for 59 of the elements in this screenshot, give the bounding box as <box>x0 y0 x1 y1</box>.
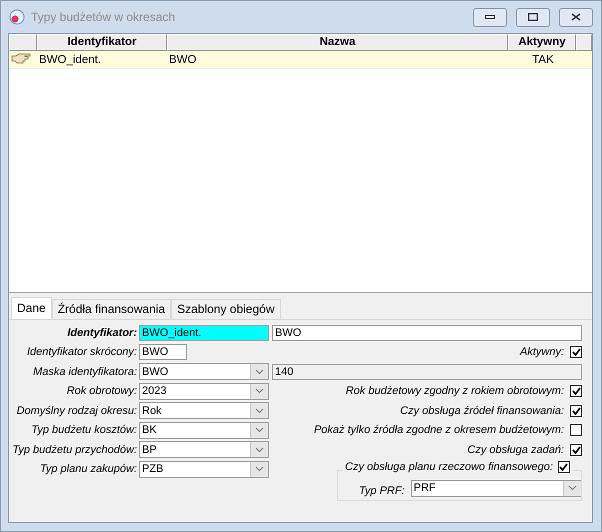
input-field[interactable]: BWO_ident. <box>139 324 269 341</box>
field-label: Identyfikator skrócony: <box>26 346 138 358</box>
pointing-hand-icon <box>11 52 33 64</box>
chevron-down-icon <box>255 408 264 414</box>
checkbox[interactable] <box>570 424 582 436</box>
table-cell-text: BWO_ident. <box>38 54 102 66</box>
dropdown[interactable]: PZB <box>139 460 269 478</box>
column-header[interactable]: Nazwa <box>167 34 508 51</box>
field-label: Typ planu zakupów: <box>40 463 138 476</box>
checkbox-label: Rok budżetowy zgodny z rokiem obrotowym: <box>346 385 565 398</box>
column-header[interactable]: Identyfikator <box>37 34 167 51</box>
chevron-down-icon <box>255 466 264 472</box>
checkbox[interactable] <box>570 346 582 358</box>
dropdown[interactable]: BP <box>139 441 269 458</box>
minimize-icon <box>485 15 495 19</box>
checkbox-label: Aktywny: <box>520 346 565 358</box>
checkbox-label: Czy obsługa źródeł finansowania: <box>400 404 565 417</box>
minimize-button[interactable] <box>473 8 507 26</box>
field-label: Typ budżetu kosztów: <box>31 424 138 436</box>
chevron-down-icon <box>255 368 264 375</box>
header-corner <box>576 34 592 51</box>
table-cell-text: TAK <box>531 54 555 66</box>
dropdown[interactable]: 2023 <box>139 382 269 400</box>
input-field[interactable]: BWO <box>272 324 582 341</box>
close-button[interactable] <box>559 8 593 26</box>
checkbox[interactable] <box>558 460 570 472</box>
checkbox-label: Czy obsługa zadań: <box>467 444 565 456</box>
table-row[interactable]: BWO_ident. BWO TAK <box>9 51 592 69</box>
column-header[interactable]: Aktywny <box>508 34 576 51</box>
checkbox-label: Czy obsługa planu rzeczowo finansowego: <box>345 460 554 472</box>
field-label: Typ PRF: <box>359 484 406 496</box>
app-logo-icon <box>9 9 25 25</box>
maximize-button[interactable] <box>516 8 550 26</box>
chevron-down-icon <box>568 485 577 491</box>
dropdown[interactable]: BK <box>139 422 269 439</box>
dropdown[interactable]: BWO <box>139 363 269 380</box>
maximize-icon <box>528 13 538 21</box>
field-label: Maska identyfikatora: <box>33 366 138 378</box>
chevron-down-icon <box>255 427 264 434</box>
checkbox[interactable] <box>570 385 582 398</box>
dropdown[interactable]: PRF <box>410 480 582 496</box>
row-header <box>9 34 37 51</box>
tab[interactable]: Źródła finansowania <box>52 299 172 319</box>
dropdown[interactable]: Rok <box>139 402 269 420</box>
checkbox[interactable] <box>570 444 582 456</box>
tab[interactable]: Szablony obiegów <box>171 299 280 319</box>
chevron-down-icon <box>255 446 264 453</box>
window-title: Typy budżetów w okresach <box>31 10 176 24</box>
table-cell-text: BWO <box>168 54 198 66</box>
field-label: Domyślny rodzaj okresu: <box>16 404 138 417</box>
input-field[interactable]: BWO <box>139 344 187 360</box>
close-icon <box>571 13 581 21</box>
field-label: Identyfikator: <box>67 326 138 339</box>
field-label: Rok obrotowy: <box>66 385 138 398</box>
tab[interactable]: Dane <box>11 297 52 319</box>
checkbox[interactable] <box>570 404 582 417</box>
field-label: Typ budżetu przychodów: <box>12 444 138 456</box>
chevron-down-icon <box>255 388 264 394</box>
checkbox-label: Pokaż tylko źródła zgodne z okresem budżetowym: <box>314 424 565 436</box>
